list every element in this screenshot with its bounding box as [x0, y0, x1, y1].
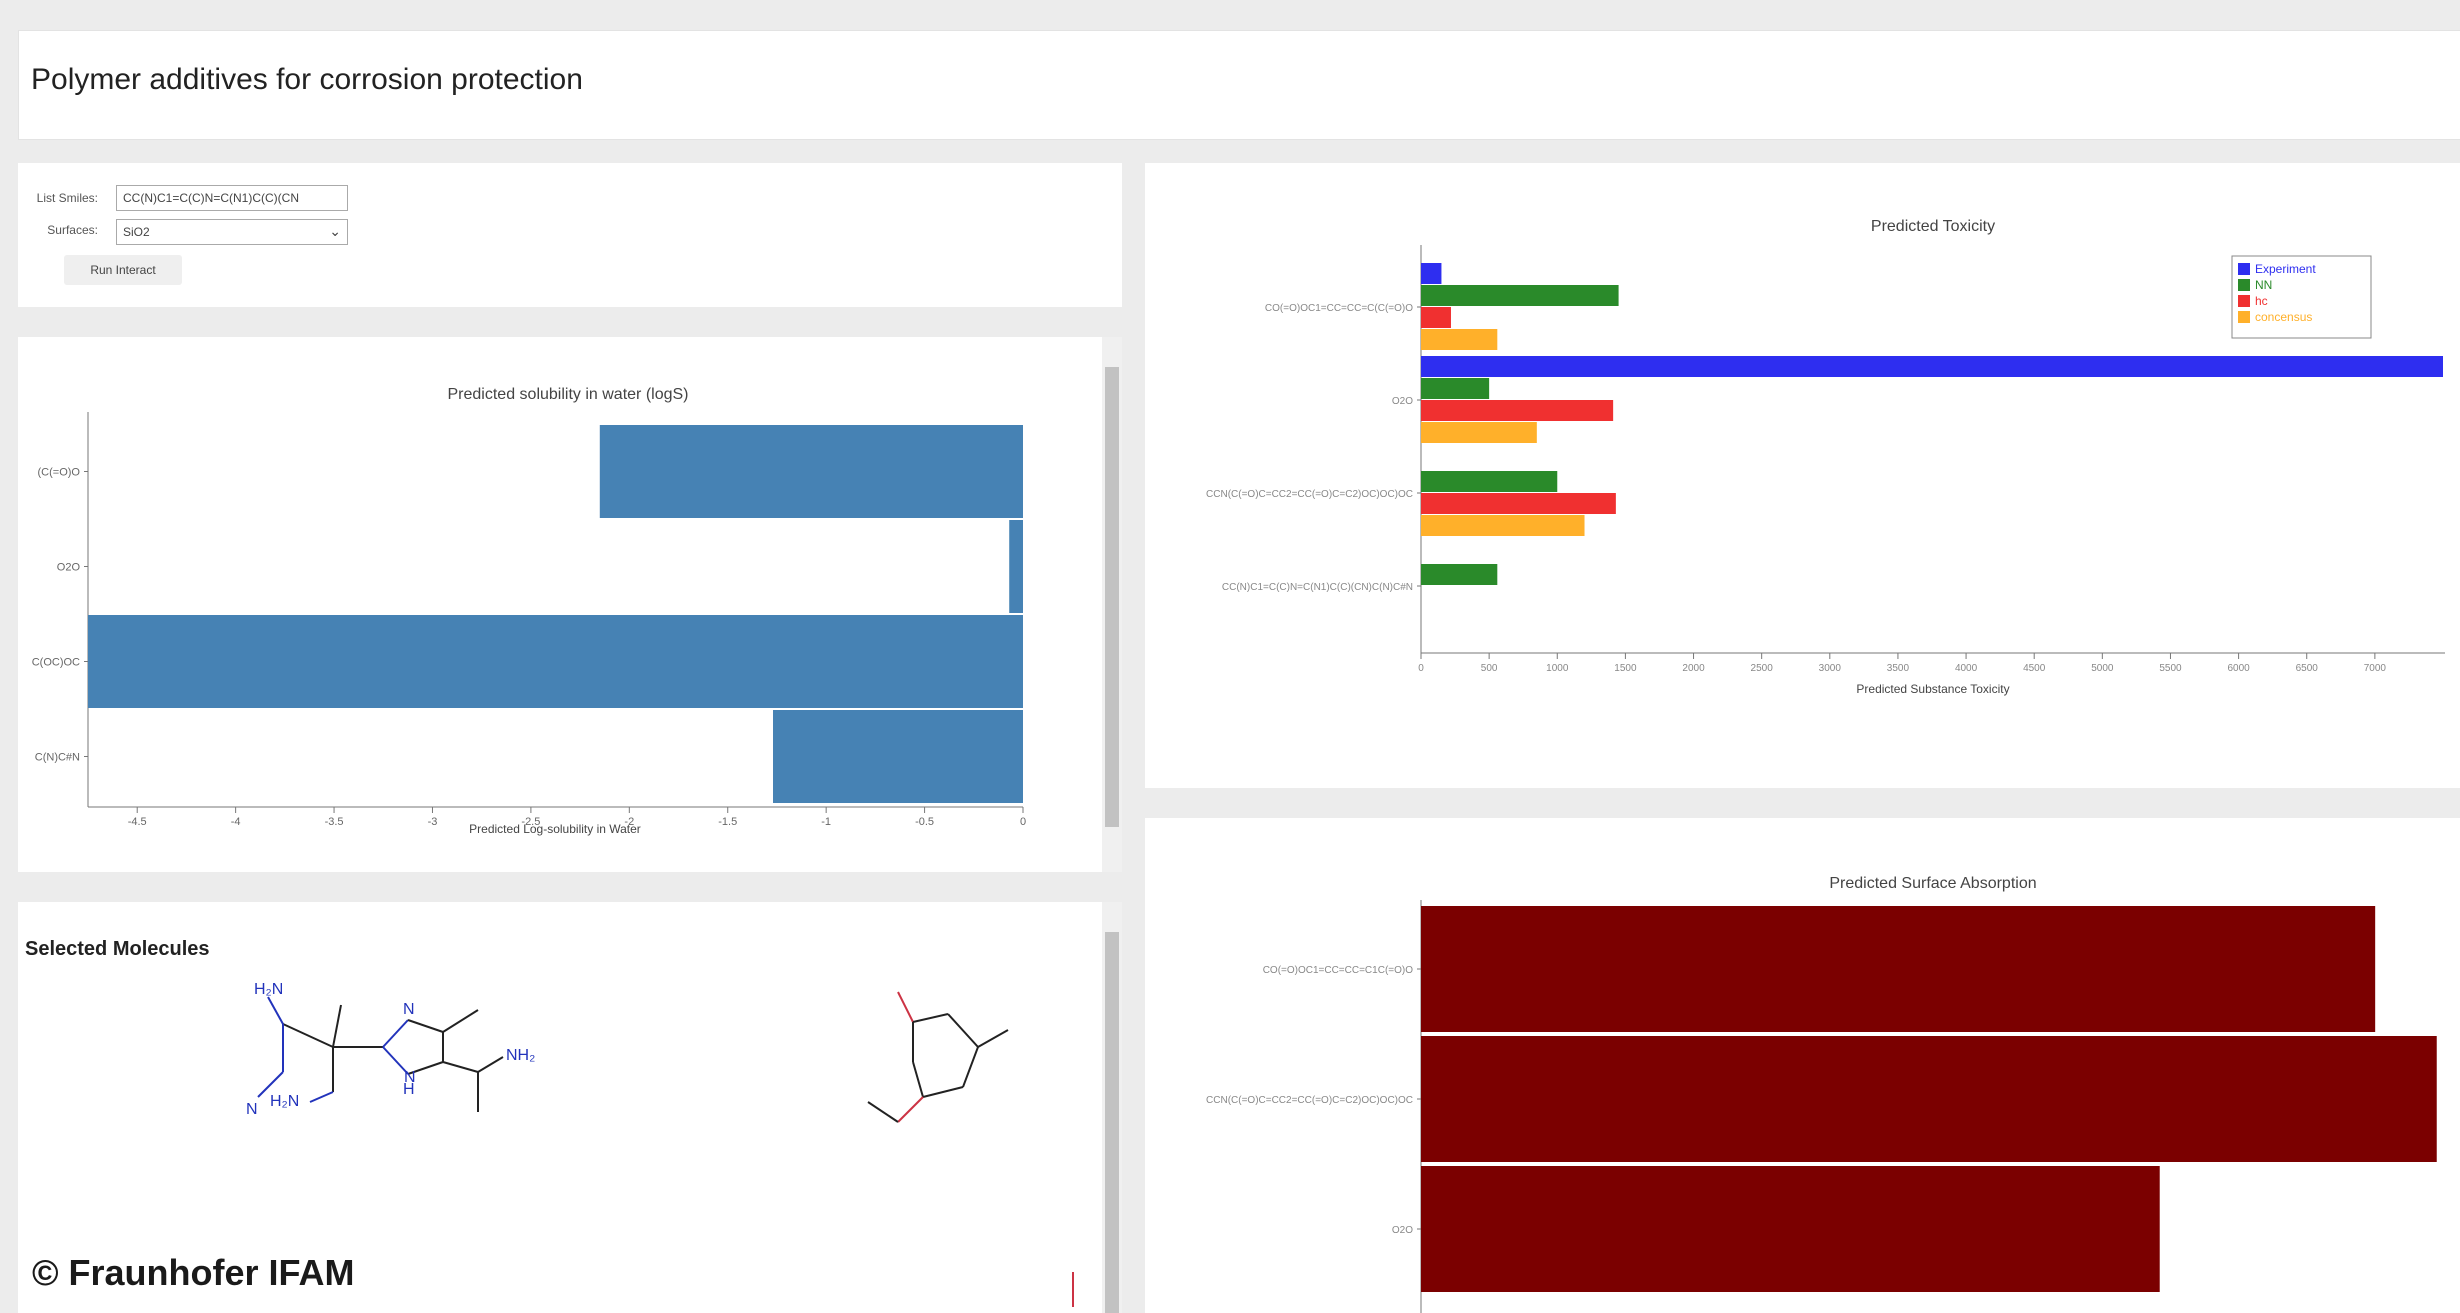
toxicity-x-tick-label: 3000 [1819, 663, 1842, 674]
atom-label-h2n-top: H₂N [254, 981, 283, 998]
atom-label-n-ring2: N [404, 1069, 416, 1086]
solubility-x-label: Predicted Log-solubility in Water [469, 822, 641, 836]
toxicity-x-tick-label: 1000 [1546, 663, 1569, 674]
toxicity-category-label: CCN(C(=O)C=CC2=CC(=O)C=C2)OC)OC)OC [1206, 489, 1413, 500]
title-bar: Polymer additives for corrosion protecti… [18, 30, 2460, 140]
solubility-x-tick-label: -4 [231, 816, 241, 828]
chevron-down-icon: ⌄ [329, 223, 341, 239]
toxicity-bar [1421, 422, 1537, 443]
legend-swatch [2238, 311, 2250, 323]
molecules-scrollbar-thumb[interactable] [1105, 932, 1119, 1313]
toxicity-bar [1421, 307, 1451, 328]
legend-label: concensus [2255, 310, 2312, 324]
toxicity-x-tick-label: 1500 [1614, 663, 1637, 674]
solubility-bar [88, 615, 1023, 708]
watermark: © Fraunhofer IFAM [32, 1252, 355, 1293]
absorption-category-label: CO(=O)OC1=CC=CC=C1C(=O)O [1263, 965, 1414, 976]
smiles-label: List Smiles: [36, 191, 98, 205]
toxicity-bar [1421, 493, 1616, 514]
toxicity-x-tick-label: 4000 [1955, 663, 1978, 674]
atom-label-n-nitrile: N [246, 1101, 258, 1118]
toxicity-x-tick-label: 2500 [1751, 663, 1774, 674]
solubility-x-tick-label: -0.5 [915, 816, 934, 828]
legend-label: hc [2255, 294, 2268, 308]
absorption-bar [1421, 1036, 2437, 1162]
absorption-chart: Predicted Surface Absorption CO(=O)OC1=C… [1206, 875, 2437, 1313]
toxicity-x-tick-label: 5500 [2159, 663, 2182, 674]
toxicity-bar [1421, 471, 1558, 492]
solubility-bar [599, 425, 1023, 518]
surfaces-select[interactable]: SiO2 ⌄ [116, 219, 348, 245]
surfaces-select-value: SiO2 [123, 225, 150, 239]
surfaces-label: Surfaces: [47, 223, 98, 237]
toxicity-chart: Predicted Toxicity CO(=O)OC1=CC=CC=C(C(=… [1206, 218, 2445, 696]
solubility-chart: Predicted solubility in water (logS) (C(… [32, 386, 1026, 836]
toxicity-bar [1421, 378, 1490, 399]
solubility-category-label: (C(=O)O [38, 467, 81, 479]
smiles-input[interactable]: CC(N)C1=C(C)N=C(N1)C(C)(CN [116, 185, 348, 211]
solubility-category-label: C(OC)OC [32, 657, 80, 669]
legend-swatch [2238, 279, 2250, 291]
run-interact-button[interactable]: Run Interact [64, 255, 182, 285]
toxicity-legend: Experiment NN hc concensus [2231, 255, 2372, 339]
toxicity-x-tick-label: 2000 [1682, 663, 1705, 674]
toxicity-bar [1421, 400, 1614, 421]
atom-label-nh2: NH₂ [506, 1047, 535, 1064]
toxicity-bar [1421, 263, 1442, 284]
legend-label: Experiment [2255, 262, 2316, 276]
toxicity-category-label: CC(N)C1=C(C)N=C(N1)C(C)(CN)C(N)C#N [1222, 582, 1413, 593]
solubility-x-tick-label: -1.5 [718, 816, 737, 828]
solubility-scrollbar-thumb[interactable] [1105, 367, 1119, 827]
atom-label-h2n-bottom: H₂N [270, 1093, 299, 1110]
legend-label: NN [2255, 278, 2272, 292]
toxicity-x-tick-label: 0 [1418, 663, 1424, 674]
legend-swatch [2238, 295, 2250, 307]
absorption-category-label: CCN(C(=O)C=CC2=CC(=O)C=C2)OC)OC)OC [1206, 1095, 1413, 1106]
solubility-x-tick-label: -3 [428, 816, 438, 828]
toxicity-bar [1421, 329, 1498, 350]
molecule-2-structure [867, 991, 1074, 1307]
toxicity-panel: Predicted Toxicity CO(=O)OC1=CC=CC=C(C(=… [1145, 163, 2460, 788]
solubility-x-tick-label: -3.5 [325, 816, 344, 828]
solubility-category-label: C(N)C#N [35, 752, 80, 764]
toxicity-x-tick-label: 7000 [2364, 663, 2387, 674]
absorption-category-label: O2O [1392, 1225, 1413, 1236]
absorption-bar [1421, 1166, 2160, 1292]
solubility-x-tick-label: 0 [1020, 816, 1026, 828]
toxicity-bar [1421, 564, 1498, 585]
toxicity-bar [1421, 285, 1619, 306]
toxicity-bar [1421, 356, 2443, 377]
toxicity-title: Predicted Toxicity [1871, 218, 1995, 235]
toxicity-x-tick-label: 4500 [2023, 663, 2046, 674]
solubility-category-label: O2O [57, 562, 81, 574]
solubility-panel: Predicted solubility in water (logS) (C(… [18, 337, 1122, 872]
absorption-bar [1421, 906, 2376, 1032]
toxicity-x-tick-label: 5000 [2091, 663, 2114, 674]
toxicity-x-tick-label: 500 [1481, 663, 1498, 674]
solubility-x-tick-label: -4.5 [128, 816, 147, 828]
page-title: Polymer additives for corrosion protecti… [31, 63, 583, 96]
toxicity-x-tick-label: 3500 [1887, 663, 1910, 674]
toxicity-x-tick-label: 6000 [2227, 663, 2250, 674]
controls-panel: List Smiles: CC(N)C1=C(C)N=C(N1)C(C)(CN … [18, 163, 1122, 307]
solubility-bar [1009, 520, 1023, 613]
absorption-panel: Predicted Surface Absorption CO(=O)OC1=C… [1145, 818, 2460, 1313]
molecules-scrollbar[interactable] [1102, 902, 1122, 1313]
toxicity-category-label: CO(=O)OC1=CC=CC=C(C(=O)O [1265, 303, 1413, 314]
solubility-scrollbar[interactable] [1102, 337, 1122, 872]
toxicity-x-tick-label: 6500 [2296, 663, 2319, 674]
solubility-title: Predicted solubility in water (logS) [448, 386, 689, 403]
toxicity-x-label: Predicted Substance Toxicity [1856, 682, 2009, 696]
toxicity-bar [1421, 515, 1585, 536]
solubility-x-tick-label: -1 [821, 816, 831, 828]
atom-label-n-ring: N [403, 1001, 415, 1018]
solubility-bar [773, 710, 1023, 803]
legend-swatch [2238, 263, 2250, 275]
toxicity-category-label: O2O [1392, 396, 1413, 407]
absorption-title: Predicted Surface Absorption [1829, 875, 2036, 892]
